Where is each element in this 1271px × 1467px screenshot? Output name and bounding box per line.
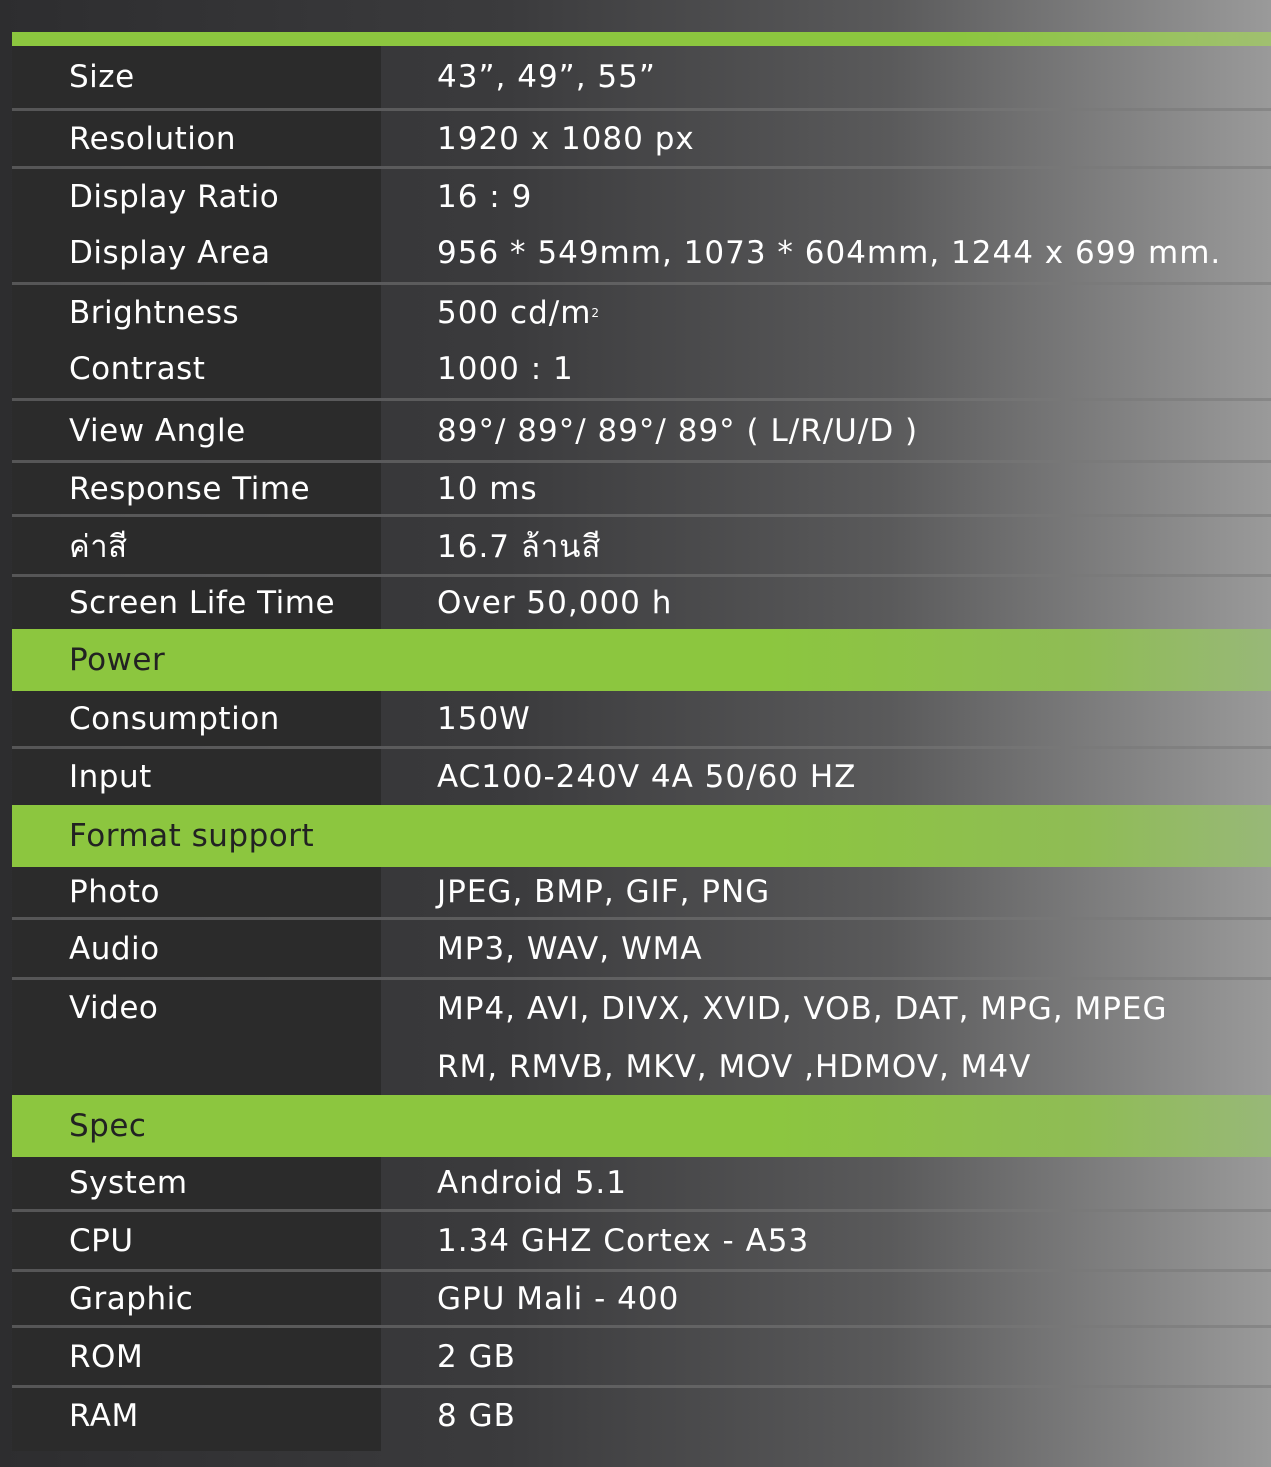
section-header-power: Power (12, 629, 1271, 691)
table-row: Brightness 500 cd/m 2 (12, 282, 1271, 340)
row-label: Screen Life Time (12, 577, 381, 629)
row-label: ค่าสี (12, 517, 381, 574)
row-label: Graphic (12, 1272, 381, 1325)
row-label: View Angle (12, 401, 381, 460)
row-value: 500 cd/m 2 (437, 294, 601, 331)
table-row: Screen Life Time Over 50,000 h (12, 574, 1271, 629)
row-value: 10 ms (437, 470, 538, 507)
row-label: Response Time (12, 463, 381, 514)
section-header-format-support: Format support (12, 805, 1271, 867)
row-label: Display Ratio (12, 169, 381, 224)
row-label: Display Area (12, 224, 381, 282)
row-value: 2 GB (437, 1338, 516, 1375)
brightness-value: 500 cd/m (437, 294, 592, 331)
row-value: Over 50,000 h (437, 585, 673, 621)
row-label: Input (12, 749, 381, 805)
table-row: Response Time 10 ms (12, 460, 1271, 514)
row-label: RAM (12, 1388, 381, 1443)
table-row: Contrast 1000 : 1 (12, 340, 1271, 398)
row-value: 150W (437, 700, 531, 737)
row-value: 16 : 9 (437, 178, 533, 215)
row-label: Size (12, 46, 381, 108)
table-footer (12, 1443, 381, 1451)
row-value: 43”, 49”, 55” (437, 59, 656, 95)
table-row: Input AC100-240V 4A 50/60 HZ (12, 746, 1271, 805)
row-label: ROM (12, 1328, 381, 1385)
row-value: 956 * 549mm, 1073 * 604mm, 1244 x 699 mm… (437, 235, 1222, 271)
row-value: MP4, AVI, DIVX, XVID, VOB, DAT, MPG, MPE… (381, 980, 1271, 1095)
section-header-spec: Spec (12, 1095, 1271, 1157)
format-spec-table: Photo JPEG, BMP, GIF, PNG Audio MP3, WAV… (12, 867, 1271, 1095)
row-label: Audio (12, 920, 381, 977)
table-row: Audio MP3, WAV, WMA (12, 917, 1271, 977)
row-label: Video (12, 980, 381, 1095)
row-value: 1000 : 1 (437, 351, 574, 387)
accent-bar (12, 32, 1271, 46)
row-label: Contrast (12, 340, 381, 398)
table-row: Resolution 1920 x 1080 px (12, 108, 1271, 166)
row-value-line-1: MP4, AVI, DIVX, XVID, VOB, DAT, MPG, MPE… (437, 990, 1168, 1027)
row-label: Brightness (12, 285, 381, 340)
table-row: Photo JPEG, BMP, GIF, PNG (12, 867, 1271, 917)
row-value: 1.34 GHZ Cortex - A53 (437, 1222, 810, 1259)
table-row: ค่าสี 16.7 ล้านสี (12, 514, 1271, 574)
row-value: JPEG, BMP, GIF, PNG (437, 874, 771, 910)
row-label: Photo (12, 867, 381, 917)
row-label: Consumption (12, 691, 381, 746)
table-row: View Angle 89°/ 89°/ 89°/ 89° ( L/R/U/D … (12, 398, 1271, 460)
row-value: MP3, WAV, WMA (437, 930, 703, 967)
row-label: Resolution (12, 111, 381, 166)
row-value: 16.7 ล้านสี (437, 528, 602, 565)
row-value: 8 GB (437, 1397, 516, 1434)
row-label: CPU (12, 1212, 381, 1269)
display-spec-table: Size 43”, 49”, 55” Resolution 1920 x 108… (12, 46, 1271, 629)
table-row: ROM 2 GB (12, 1325, 1271, 1385)
system-spec-table: System Android 5.1 CPU 1.34 GHZ Cortex -… (12, 1157, 1271, 1443)
table-row: RAM 8 GB (12, 1385, 1271, 1443)
table-row: Video MP4, AVI, DIVX, XVID, VOB, DAT, MP… (12, 977, 1271, 1095)
row-value: 89°/ 89°/ 89°/ 89° ( L/R/U/D ) (437, 412, 919, 449)
row-value: AC100-240V 4A 50/60 HZ (437, 759, 857, 795)
spec-sheet: Size 43”, 49”, 55” Resolution 1920 x 108… (12, 0, 1271, 1467)
table-row: Graphic GPU Mali - 400 (12, 1269, 1271, 1325)
table-row: Display Ratio 16 : 9 (12, 166, 1271, 224)
row-value-line-2: RM, RMVB, MKV, MOV ,HDMOV, M4V (437, 1048, 1032, 1085)
table-row: System Android 5.1 (12, 1157, 1271, 1209)
table-row: CPU 1.34 GHZ Cortex - A53 (12, 1209, 1271, 1269)
table-row: Size 43”, 49”, 55” (12, 46, 1271, 108)
row-value: GPU Mali - 400 (437, 1280, 680, 1317)
row-value: Android 5.1 (437, 1165, 628, 1201)
table-row: Consumption 150W (12, 691, 1271, 746)
power-spec-table: Consumption 150W Input AC100-240V 4A 50/… (12, 691, 1271, 805)
table-row: Display Area 956 * 549mm, 1073 * 604mm, … (12, 224, 1271, 282)
row-value: 1920 x 1080 px (437, 120, 695, 157)
row-label: System (12, 1157, 381, 1209)
